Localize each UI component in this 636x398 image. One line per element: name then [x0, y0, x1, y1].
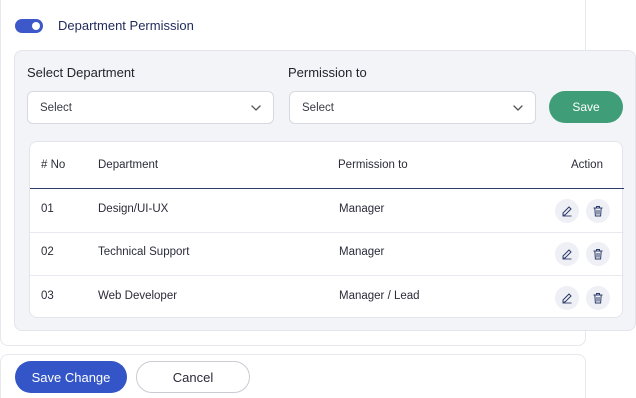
form-actions-bar: Save Change Cancel	[0, 354, 586, 398]
cancel-button[interactable]: Cancel	[136, 361, 250, 393]
row-number: 02	[41, 246, 54, 258]
table-row: 01 Design/UI-UX Manager	[30, 189, 624, 233]
row-permission: Manager / Lead	[339, 290, 420, 302]
column-header-no: # No	[41, 159, 66, 171]
row-number: 01	[41, 203, 54, 215]
delete-button[interactable]	[586, 199, 610, 223]
row-department: Design/UI-UX	[98, 203, 169, 215]
permission-label: Permission to	[288, 65, 367, 80]
department-permission-toggle[interactable]	[15, 18, 43, 33]
edit-icon	[562, 249, 572, 260]
save-change-button[interactable]: Save Change	[15, 361, 127, 393]
permission-table: # No Department Permission to Action 01 …	[29, 141, 624, 320]
column-header-department: Department	[98, 159, 159, 171]
permission-toggle-row: Department Permission	[15, 18, 194, 33]
row-permission: Manager	[339, 246, 385, 258]
row-permission: Manager	[339, 203, 385, 215]
chevron-down-icon	[513, 105, 523, 111]
save-button[interactable]: Save	[549, 91, 623, 123]
row-number: 03	[41, 290, 54, 302]
edit-icon	[562, 206, 572, 217]
trash-icon	[593, 206, 603, 217]
delete-button[interactable]	[586, 242, 610, 266]
department-select-value: Select	[40, 101, 72, 114]
department-label: Select Department	[27, 65, 135, 80]
row-department: Web Developer	[98, 290, 178, 302]
edit-button[interactable]	[555, 286, 579, 310]
trash-icon	[593, 293, 603, 304]
row-department: Technical Support	[98, 246, 190, 258]
column-header-action: Action	[571, 159, 603, 171]
department-select[interactable]: Select	[27, 91, 274, 124]
permission-select-value: Select	[302, 101, 334, 114]
table-row: 02 Technical Support Manager	[30, 232, 624, 276]
chevron-down-icon	[251, 105, 261, 111]
column-header-permission: Permission to	[338, 159, 408, 171]
edit-button[interactable]	[555, 199, 579, 223]
edit-icon	[562, 293, 572, 304]
delete-button[interactable]	[586, 286, 610, 310]
edit-button[interactable]	[555, 242, 579, 266]
permission-form-panel: Select Department Select Permission to S…	[14, 50, 636, 331]
table-row: 03 Web Developer Manager / Lead	[30, 276, 624, 320]
permission-select[interactable]: Select	[289, 91, 536, 124]
trash-icon	[593, 249, 603, 260]
section-title: Department Permission	[58, 18, 194, 33]
